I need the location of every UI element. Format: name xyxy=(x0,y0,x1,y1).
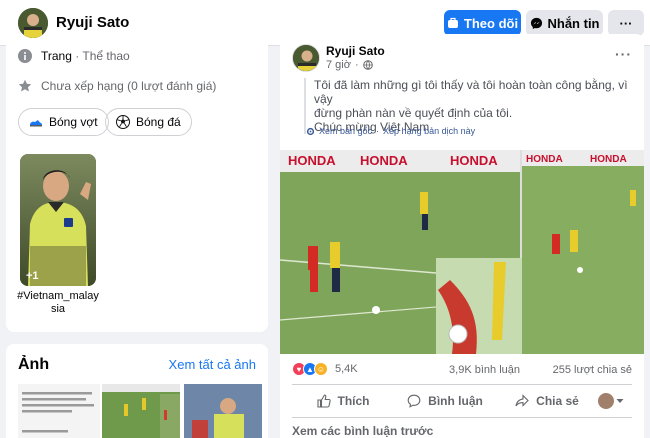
screenshot-thumbnail xyxy=(18,384,100,438)
svg-text:HONDA: HONDA xyxy=(360,153,408,168)
page-title[interactable]: Ryuji Sato xyxy=(56,14,129,31)
category-row: Trang · Thể thao xyxy=(18,49,130,63)
thumbs-up-icon xyxy=(316,394,331,408)
match-photo-collage: HONDA HONDA HONDA HONDA HONDA xyxy=(280,150,644,354)
see-original-link[interactable]: Xem bản gốc xyxy=(319,126,372,136)
comments-count[interactable]: 3,9K bình luận xyxy=(449,364,520,376)
message-label: Nhắn tin xyxy=(547,15,600,31)
photos-title: Ảnh xyxy=(18,356,50,373)
post-author-avatar[interactable] xyxy=(292,44,320,72)
category-separator: · xyxy=(71,49,83,63)
see-all-photos-link[interactable]: Xem tất cả ảnh xyxy=(169,357,256,372)
post-card: Ryuji Sato 7 giờ · ··· Tôi đã làm những … xyxy=(280,34,644,438)
photo-thumb[interactable] xyxy=(18,384,100,438)
reactions-summary[interactable]: ♥ ▲ ☺ 5,4K xyxy=(292,362,358,376)
haha-reaction-icon: ☺ xyxy=(314,362,328,376)
messenger-icon xyxy=(530,17,542,29)
svg-text:HONDA: HONDA xyxy=(590,154,627,165)
chip-soccer[interactable]: Bóng đá xyxy=(105,108,192,136)
post-more-button[interactable]: ··· xyxy=(615,46,632,62)
comment-label: Bình luận xyxy=(428,394,483,408)
rating-row: Chưa xếp hạng (0 lượt đánh giá) xyxy=(18,79,216,93)
caret-down-icon xyxy=(616,399,624,403)
match-thumbnail xyxy=(102,384,180,438)
translation-bar: Xem bản gốc · Xếp hạng bản dịch này xyxy=(306,126,475,136)
follow-label: Theo dõi xyxy=(463,15,519,31)
soccer-ball-icon xyxy=(116,115,130,129)
star-icon xyxy=(18,79,32,92)
avatar-image xyxy=(18,8,48,38)
share-button[interactable]: Chia sẻ xyxy=(496,394,598,408)
message-button[interactable]: Nhắn tin xyxy=(526,10,603,36)
follow-icon xyxy=(447,17,458,28)
photos-card: Ảnh Xem tất cả ảnh xyxy=(6,344,268,438)
photo-thumb[interactable] xyxy=(102,384,180,438)
audience-selector[interactable] xyxy=(598,393,632,409)
sneaker-icon xyxy=(30,120,42,127)
post-author-name[interactable]: Ryuji Sato xyxy=(326,44,385,58)
info-icon xyxy=(18,49,32,63)
shares-count[interactable]: 255 lượt chia sẻ xyxy=(553,364,632,376)
view-previous-comments-link[interactable]: Xem các bình luận trước xyxy=(292,424,433,438)
avatar-image xyxy=(293,45,319,71)
post-stats: ♥ ▲ ☺ 5,4K 3,9K bình luận 255 lượt chia … xyxy=(280,358,644,382)
page-avatar[interactable] xyxy=(18,8,48,38)
post-text-line: đừng phàn nàn về quyết định của tôi. xyxy=(314,106,513,120)
category-value[interactable]: Thể thao xyxy=(82,49,129,63)
viewer-avatar xyxy=(598,393,614,409)
category-label: Trang xyxy=(41,49,72,63)
svg-text:HONDA: HONDA xyxy=(450,153,498,168)
chip-label: Bóng vợt xyxy=(49,115,98,129)
more-photos-count: +1 xyxy=(26,270,39,282)
like-label: Thích xyxy=(337,394,370,408)
post-media[interactable]: HONDA HONDA HONDA HONDA HONDA xyxy=(280,150,644,354)
post-text-line: Tôi đã làm những gì tôi thấy và tôi hoàn… xyxy=(314,78,628,106)
referee-photo xyxy=(20,154,96,286)
post-time-text: 7 giờ xyxy=(326,59,351,71)
chip-label: Bóng đá xyxy=(136,115,181,129)
intro-card: Trang · Thể thao Chưa xếp hạng (0 lượt đ… xyxy=(6,40,268,332)
translate-gear-icon xyxy=(306,127,315,135)
reactions-count: 5,4K xyxy=(335,363,358,375)
featured-photo[interactable]: +1 xyxy=(20,154,96,286)
chip-tennis[interactable]: Bóng vợt xyxy=(18,108,109,136)
rating-text: Chưa xếp hạng (0 lượt đánh giá) xyxy=(41,79,217,93)
svg-text:HONDA: HONDA xyxy=(526,154,563,165)
more-icon: ··· xyxy=(619,15,633,31)
referee-thumbnail xyxy=(184,384,262,438)
post-actions: Thích Bình luận Chia sẻ xyxy=(292,384,632,418)
photo-thumb[interactable] xyxy=(184,384,262,438)
comment-button[interactable]: Bình luận xyxy=(394,394,496,408)
svg-text:HONDA: HONDA xyxy=(288,153,336,168)
globe-icon xyxy=(362,60,373,70)
comment-icon xyxy=(407,394,421,408)
follow-button[interactable]: Theo dõi xyxy=(444,10,521,36)
more-options-button[interactable]: ··· xyxy=(608,10,644,36)
share-arrow-icon xyxy=(515,394,529,407)
post-timestamp[interactable]: 7 giờ · xyxy=(326,59,373,71)
like-button[interactable]: Thích xyxy=(292,394,394,408)
rate-translation-link[interactable]: Xếp hạng bản dịch này xyxy=(383,126,475,136)
share-label: Chia sẻ xyxy=(536,394,579,408)
featured-caption[interactable]: #Vietnam_malay sia xyxy=(16,290,100,316)
translate-separator: · xyxy=(376,126,380,136)
